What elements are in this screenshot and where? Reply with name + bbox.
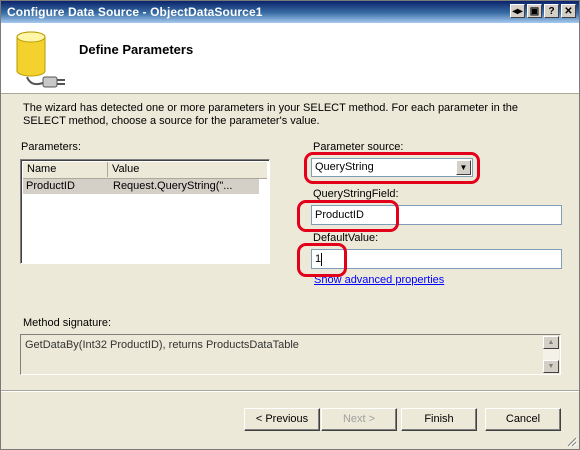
window-title: Configure Data Source - ObjectDataSource… [7, 5, 263, 19]
previous-button[interactable]: < Previous [244, 408, 320, 431]
close-icon[interactable]: ✕ [561, 4, 576, 18]
page-title: Define Parameters [79, 42, 194, 57]
database-connector-icon [16, 31, 65, 88]
grid-header: Name Value [23, 162, 267, 179]
highlight-querystring-field [297, 200, 399, 232]
finish-button[interactable]: Finish [401, 408, 477, 431]
column-header-value[interactable]: Value [108, 162, 267, 177]
wizard-description: The wizard has detected one or more para… [23, 102, 519, 127]
scroll-down-icon[interactable]: ▼ [543, 360, 559, 373]
default-value-input[interactable]: 1 [311, 249, 562, 269]
help-icon[interactable]: ? [544, 4, 559, 18]
param-name-cell: ProductID [26, 180, 75, 192]
column-header-name[interactable]: Name [23, 162, 108, 177]
method-signature-text: GetDataBy(Int32 ProductID), returns Prod… [25, 339, 299, 351]
param-value-cell: Request.QueryString("... [113, 180, 233, 192]
title-bar[interactable]: Configure Data Source - ObjectDataSource… [1, 1, 579, 23]
configure-data-source-dialog: Configure Data Source - ObjectDataSource… [0, 0, 580, 450]
method-signature-box: GetDataBy(Int32 ProductID), returns Prod… [20, 334, 561, 375]
restore-icon[interactable]: ▣ [527, 4, 542, 18]
resize-grip-icon[interactable] [565, 435, 577, 447]
resize-icon[interactable]: ◂▸ [510, 4, 525, 18]
parameters-grid[interactable]: Name Value ProductID Request.QueryString… [20, 159, 270, 264]
highlight-default-value [297, 243, 347, 277]
scroll-up-icon[interactable]: ▲ [543, 336, 559, 349]
method-signature-label: Method signature: [23, 317, 112, 329]
highlight-parameter-source [304, 152, 480, 184]
table-row[interactable]: ProductID Request.QueryString("... [23, 179, 259, 194]
next-button[interactable]: Next > [321, 408, 397, 431]
wizard-header: Define Parameters [1, 23, 579, 94]
title-bar-buttons: ◂▸ ▣ ? ✕ [510, 4, 576, 18]
signature-scrollbar[interactable]: ▲ ▼ [543, 336, 559, 373]
button-separator [1, 390, 579, 392]
parameters-label: Parameters: [21, 141, 81, 153]
cancel-button[interactable]: Cancel [485, 408, 561, 431]
querystring-field-label: QueryStringField: [313, 188, 399, 200]
